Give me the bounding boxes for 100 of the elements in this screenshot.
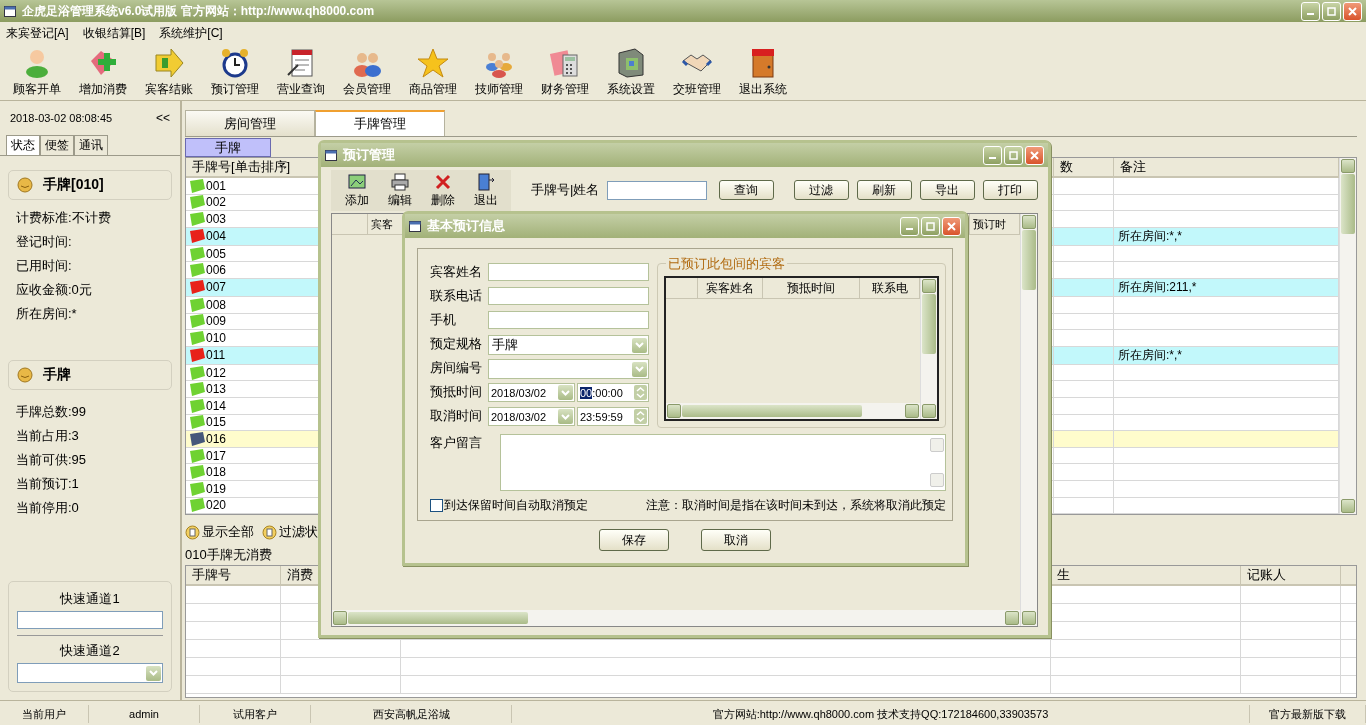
menu-item[interactable]: 来宾登记[A] xyxy=(6,24,69,42)
info-line: 已用时间: xyxy=(15,257,73,275)
tab[interactable]: 手牌管理 xyxy=(315,110,445,136)
table-cell: 001 xyxy=(206,178,227,193)
table-cell: 013 xyxy=(206,382,227,397)
column-header[interactable]: 宾客姓名 xyxy=(698,278,763,298)
field-label: 客户留言 xyxy=(430,434,483,452)
horizontal-scrollbar[interactable] xyxy=(332,610,1020,626)
stat-line: 手牌总数:99 xyxy=(15,403,88,421)
dialog-button[interactable]: 保存 xyxy=(599,529,669,551)
select-field[interactable] xyxy=(488,359,649,379)
maximize-button[interactable] xyxy=(1004,145,1023,165)
stat-line: 当前可供:95 xyxy=(15,451,88,469)
card-title: 手牌 xyxy=(43,366,71,384)
door-icon xyxy=(475,171,496,192)
spinner-icon[interactable] xyxy=(634,409,647,424)
filter-button[interactable]: 显示全部 xyxy=(185,523,254,541)
spinner-icon[interactable] xyxy=(634,385,647,400)
collapse-button[interactable]: << xyxy=(156,111,170,125)
minimize-button[interactable] xyxy=(900,216,919,236)
dialog-button[interactable]: 取消 xyxy=(701,529,771,551)
input-field[interactable] xyxy=(488,287,649,305)
tool-button[interactable]: 添加 xyxy=(335,171,378,209)
column-header[interactable]: 预抵时间 xyxy=(763,278,860,298)
select-field[interactable] xyxy=(17,663,163,683)
status-text: 当前用户 xyxy=(22,707,66,720)
field-label: 房间编号 xyxy=(430,359,483,377)
menu-item[interactable]: 收银结算[B] xyxy=(82,24,146,42)
maximize-button[interactable] xyxy=(1322,1,1341,21)
menu-item[interactable]: 系统维护[C] xyxy=(159,24,223,42)
vertical-scrollbar[interactable] xyxy=(920,278,937,419)
horizontal-scrollbar[interactable] xyxy=(666,403,920,419)
tool-button[interactable]: 退出 xyxy=(464,171,507,209)
dialog-title: 预订管理 xyxy=(343,146,395,164)
date-field[interactable]: 2018/03/02 xyxy=(488,383,575,402)
toolbar-button[interactable]: 系统设置 xyxy=(598,46,664,98)
toolbar-button[interactable]: 交班管理 xyxy=(664,46,730,98)
filter-button[interactable]: 过滤状 xyxy=(262,523,318,541)
push-button[interactable]: 刷新 xyxy=(856,180,912,200)
message-box[interactable] xyxy=(500,434,946,491)
field-label: 预抵时间 xyxy=(430,383,483,401)
table-cell: 019 xyxy=(206,481,227,496)
panel-tab[interactable]: 通讯 xyxy=(74,135,108,155)
input-field[interactable] xyxy=(488,311,649,329)
column-header[interactable]: 宾客 xyxy=(371,218,393,230)
table-cell: 002 xyxy=(206,195,227,210)
tab[interactable]: 房间管理 xyxy=(185,110,315,136)
dialog-title: 基本预订信息 xyxy=(427,217,505,235)
toolbar-button[interactable]: 会员管理 xyxy=(334,46,400,98)
table-cell: 010 xyxy=(206,330,227,345)
minimize-button[interactable] xyxy=(983,145,1002,165)
toolbar-button[interactable]: 财务管理 xyxy=(532,46,598,98)
table-cell: 005 xyxy=(206,246,227,261)
tool-button[interactable]: 编辑 xyxy=(378,171,421,209)
push-button[interactable]: 过滤 xyxy=(793,180,849,200)
panel-tab[interactable]: 状态 xyxy=(6,135,40,155)
table-cell: 006 xyxy=(206,263,227,278)
table-cell: 004 xyxy=(206,229,227,244)
column-header[interactable]: 手牌号 xyxy=(186,566,281,584)
field-label: 取消时间 xyxy=(430,407,483,425)
toolbar-button[interactable]: 商品管理 xyxy=(400,46,466,98)
close-icon xyxy=(947,221,956,231)
close-icon xyxy=(1030,150,1039,160)
toolbar-button[interactable]: 顾客开单 xyxy=(4,46,70,98)
tool-button[interactable]: 删除 xyxy=(421,171,464,209)
status-text[interactable]: 官方最新版下载 xyxy=(1269,707,1346,720)
vertical-scrollbar[interactable] xyxy=(1020,214,1037,626)
column-header[interactable]: 数 xyxy=(1054,158,1114,176)
close-button[interactable] xyxy=(1025,145,1044,165)
toolbar-button[interactable]: 预订管理 xyxy=(202,46,268,98)
search-field[interactable] xyxy=(607,180,707,200)
date-field[interactable]: 2018/03/02 xyxy=(488,407,575,426)
close-button[interactable] xyxy=(1343,1,1362,21)
minimize-button[interactable] xyxy=(1301,1,1320,21)
maximize-button[interactable] xyxy=(921,216,940,236)
time-field[interactable]: 23:59:59 xyxy=(577,407,649,426)
table-cell: 所在房间:*,* xyxy=(1118,227,1182,245)
status-text: admin xyxy=(129,707,159,720)
panel-tab[interactable]: 便签 xyxy=(40,135,74,155)
toolbar-button[interactable]: 营业查询 xyxy=(268,46,334,98)
column-header[interactable]: 记账人 xyxy=(1241,566,1341,584)
toolbar-button[interactable]: 技师管理 xyxy=(466,46,532,98)
sub-tab[interactable]: 手牌 xyxy=(185,138,271,157)
status-text: 官方网站:http://www.qh8000.com 技术支持QQ:172184600,33903573 xyxy=(712,707,1049,720)
input-field[interactable] xyxy=(488,263,649,281)
push-button[interactable]: 打印 xyxy=(982,180,1038,200)
toolbar-button[interactable]: 增加消费 xyxy=(70,46,136,98)
checkbox[interactable]: 到达保留时间自动取消预定 xyxy=(430,497,588,514)
push-button[interactable]: 导出 xyxy=(919,180,975,200)
toolbar-button[interactable]: 退出系统 xyxy=(730,46,796,98)
time-field[interactable]: 00:00:00 xyxy=(577,383,649,402)
note-text: 注意：取消时间是指在该时间未到达，系统将取消此预定 xyxy=(646,497,946,514)
push-button[interactable]: 查询 xyxy=(718,180,774,200)
close-button[interactable] xyxy=(942,216,961,236)
select-field[interactable]: 手牌 xyxy=(488,335,649,355)
vertical-scrollbar[interactable] xyxy=(1339,158,1356,514)
coin-icon xyxy=(17,367,33,383)
input-field[interactable] xyxy=(17,611,163,629)
info-line: 计费标准:不计费 xyxy=(15,209,112,227)
toolbar-button[interactable]: 宾客结账 xyxy=(136,46,202,98)
